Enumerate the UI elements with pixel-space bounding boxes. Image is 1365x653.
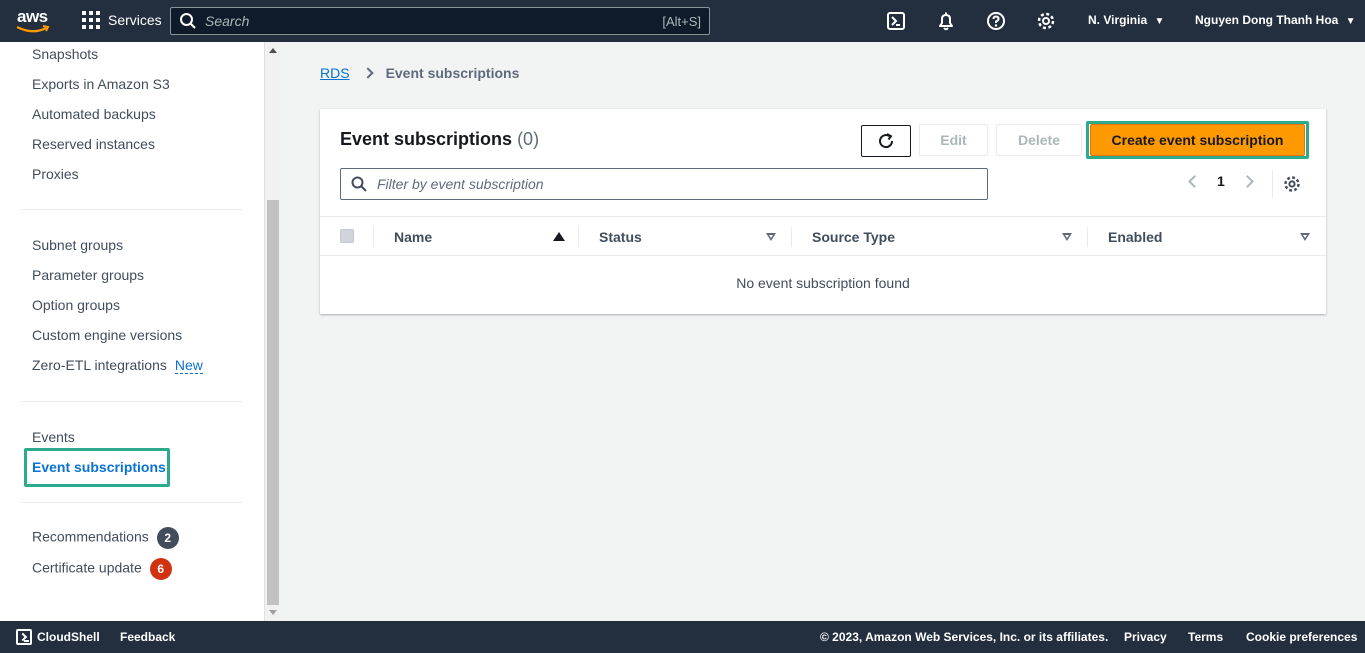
- search-placeholder: Search: [205, 13, 250, 29]
- region-selector[interactable]: N. Virginia ▼: [1088, 13, 1164, 27]
- aws-smile-icon: [16, 25, 50, 33]
- cloudshell-icon[interactable]: [16, 629, 32, 645]
- filter-input[interactable]: [377, 176, 977, 192]
- select-all-checkbox[interactable]: [340, 229, 354, 243]
- account-menu[interactable]: Nguyen Dong Thanh Hoa ▼: [1195, 13, 1356, 27]
- column-header-status[interactable]: Status: [599, 229, 642, 245]
- column-header-name[interactable]: Name: [394, 229, 432, 245]
- sidebar-item-parameter-groups[interactable]: Parameter groups: [32, 267, 144, 283]
- filter-field[interactable]: [340, 168, 988, 200]
- settings-gear-icon[interactable]: [1036, 11, 1056, 31]
- sidebar-item-recommendations[interactable]: Recommendations 2: [32, 527, 179, 549]
- cookie-preferences-link[interactable]: Cookie preferences: [1246, 630, 1357, 644]
- search-shortcut: [Alt+S]: [662, 13, 701, 29]
- help-icon[interactable]: [986, 11, 1006, 31]
- services-label: Services: [108, 12, 162, 28]
- sidebar-item-label: Certificate update: [32, 559, 142, 576]
- aws-logo[interactable]: aws: [14, 7, 54, 35]
- chevron-left-icon[interactable]: [1188, 174, 1201, 188]
- new-badge: New: [174, 357, 203, 374]
- sidebar-item-snapshots[interactable]: Snapshots: [32, 46, 98, 62]
- scroll-down-arrow-icon[interactable]: [269, 610, 277, 615]
- refresh-icon: [879, 133, 894, 149]
- chevron-right-icon: [361, 67, 374, 79]
- sidebar-item-custom-engine-versions[interactable]: Custom engine versions: [32, 327, 182, 343]
- pagination: 1: [1188, 173, 1254, 189]
- empty-state-message: No event subscription found: [736, 275, 910, 291]
- sidebar-item-label: Recommendations: [32, 528, 149, 545]
- sidebar-item-certificate-update[interactable]: Certificate update 6: [32, 558, 172, 580]
- table-header: Name Status Source Type Enabled: [320, 216, 1326, 256]
- copyright-text: © 2023, Amazon Web Services, Inc. or its…: [820, 630, 1109, 644]
- sidebar-item-zero-etl[interactable]: Zero-ETL integrations New: [32, 357, 203, 374]
- divider: [1272, 170, 1273, 198]
- top-navigation: aws Services Search [Alt+S] N. Virginia …: [0, 0, 1365, 42]
- grid-icon: [82, 11, 100, 29]
- column-header-source-type[interactable]: Source Type: [812, 229, 895, 245]
- caret-down-icon: ▼: [1345, 16, 1356, 27]
- page-title: Event subscriptions (0): [340, 129, 539, 150]
- sidebar-scrollbar[interactable]: [264, 42, 280, 621]
- sort-caret-down-icon[interactable]: [766, 233, 776, 241]
- column-header-enabled[interactable]: Enabled: [1108, 229, 1162, 245]
- sidebar-divider: [20, 401, 243, 402]
- table-settings-icon[interactable]: [1283, 175, 1301, 193]
- sidebar-divider: [20, 209, 243, 210]
- sort-caret-down-icon[interactable]: [1062, 233, 1072, 241]
- sidebar: Snapshots Exports in Amazon S3 Automated…: [0, 42, 264, 621]
- breadcrumb: RDS Event subscriptions: [320, 65, 519, 81]
- column-divider: [373, 227, 374, 247]
- count-badge: 2: [156, 527, 179, 549]
- caret-down-icon: ▼: [1154, 16, 1165, 27]
- delete-button[interactable]: Delete: [996, 124, 1082, 156]
- cloudshell-icon[interactable]: [886, 11, 906, 31]
- page-number[interactable]: 1: [1217, 173, 1225, 189]
- sort-ascending-icon[interactable]: [553, 232, 565, 241]
- cloudshell-link[interactable]: CloudShell: [37, 630, 100, 644]
- services-menu-button[interactable]: Services: [82, 11, 162, 29]
- search-icon: [351, 176, 367, 192]
- edit-button[interactable]: Edit: [919, 124, 988, 156]
- search-icon: [180, 13, 196, 29]
- notifications-bell-icon[interactable]: [936, 11, 956, 31]
- column-divider: [1087, 227, 1088, 247]
- sidebar-item-proxies[interactable]: Proxies: [32, 166, 79, 182]
- create-event-subscription-button[interactable]: Create event subscription: [1090, 124, 1305, 156]
- sidebar-item-option-groups[interactable]: Option groups: [32, 297, 120, 313]
- column-divider: [791, 227, 792, 247]
- refresh-button[interactable]: [861, 125, 911, 157]
- sidebar-item-reserved-instances[interactable]: Reserved instances: [32, 136, 155, 152]
- panel-count: (0): [517, 129, 540, 149]
- search-input[interactable]: Search [Alt+S]: [170, 7, 710, 35]
- sidebar-item-events[interactable]: Events: [32, 429, 75, 445]
- sort-caret-down-icon[interactable]: [1300, 233, 1310, 241]
- breadcrumb-rds-link[interactable]: RDS: [320, 65, 350, 81]
- chevron-right-icon[interactable]: [1240, 174, 1254, 188]
- footer: CloudShell Feedback © 2023, Amazon Web S…: [0, 621, 1365, 653]
- sidebar-item-event-subscriptions[interactable]: Event subscriptions: [32, 459, 166, 475]
- sidebar-item-exports-s3[interactable]: Exports in Amazon S3: [32, 76, 170, 92]
- aws-logo-text: aws: [17, 7, 48, 26]
- sidebar-divider: [20, 502, 243, 503]
- terms-link[interactable]: Terms: [1188, 630, 1223, 644]
- privacy-link[interactable]: Privacy: [1124, 630, 1167, 644]
- user-name: Nguyen Dong Thanh Hoa: [1195, 13, 1339, 27]
- region-label: N. Virginia: [1088, 13, 1148, 27]
- breadcrumb-current: Event subscriptions: [385, 65, 520, 81]
- sidebar-item-automated-backups[interactable]: Automated backups: [32, 106, 156, 122]
- scrollbar-thumb[interactable]: [267, 200, 279, 605]
- scroll-up-arrow-icon[interactable]: [269, 48, 277, 53]
- event-subscriptions-panel: Event subscriptions (0) Edit Delete Crea…: [320, 109, 1326, 314]
- panel-title-text: Event subscriptions: [340, 129, 513, 149]
- sidebar-item-subnet-groups[interactable]: Subnet groups: [32, 237, 123, 253]
- sidebar-item-label: Zero-ETL integrations: [32, 357, 167, 373]
- count-badge: 6: [149, 558, 172, 580]
- feedback-link[interactable]: Feedback: [120, 630, 175, 644]
- column-divider: [578, 227, 579, 247]
